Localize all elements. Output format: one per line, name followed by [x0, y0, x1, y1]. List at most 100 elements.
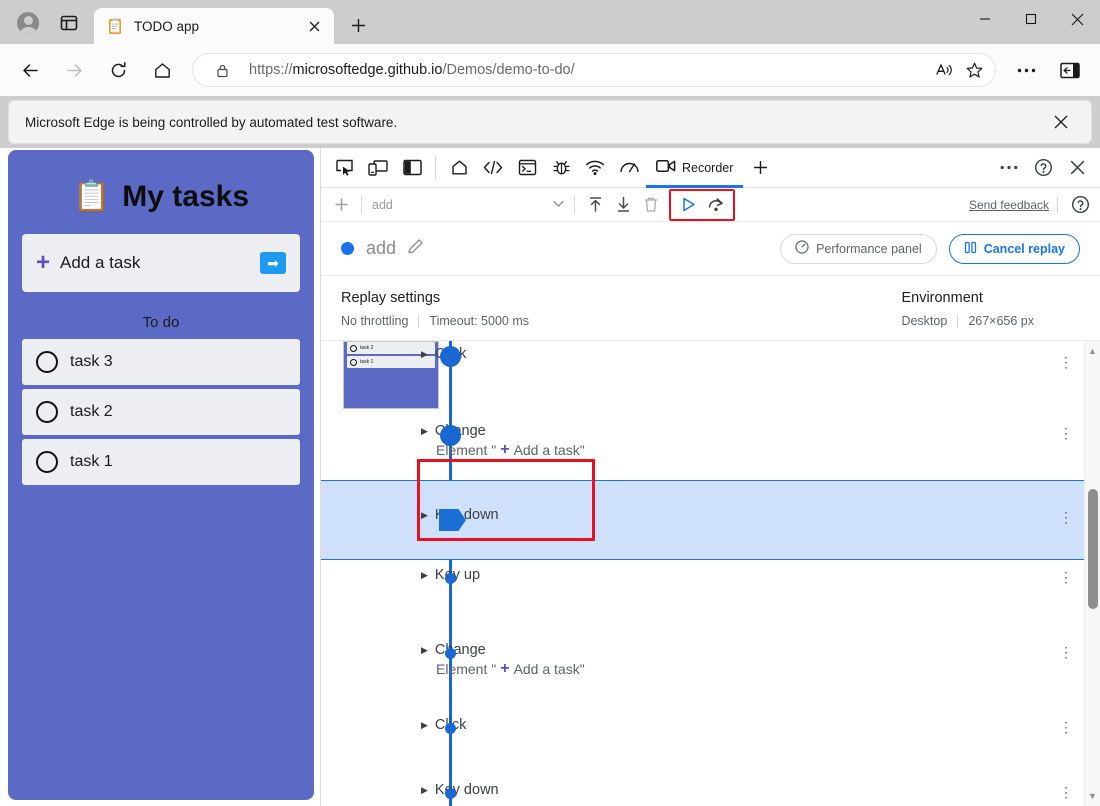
- console-icon[interactable]: [510, 148, 544, 187]
- expand-caret-icon[interactable]: ▶: [421, 570, 428, 581]
- maximize-button[interactable]: [1008, 0, 1054, 38]
- device-emulation-icon[interactable]: [361, 148, 395, 187]
- step-menu-icon[interactable]: ⋮: [1048, 626, 1084, 661]
- add-task-input[interactable]: + Add a task ➡: [22, 234, 300, 292]
- inspect-icon[interactable]: [327, 148, 361, 187]
- step-menu-icon[interactable]: ⋮: [1048, 342, 1084, 371]
- add-panel-icon[interactable]: [743, 148, 777, 187]
- tab-close-icon[interactable]: [302, 14, 326, 38]
- star-icon[interactable]: [959, 55, 989, 85]
- step-type: Change: [434, 642, 486, 658]
- minimize-button[interactable]: [962, 0, 1008, 38]
- task-checkbox[interactable]: [36, 401, 58, 423]
- step-over-icon[interactable]: [702, 192, 730, 218]
- step-detail: Element " + Add a task": [421, 660, 1048, 678]
- performance-panel-button[interactable]: Performance panel: [780, 233, 937, 264]
- close-button[interactable]: [1054, 0, 1100, 38]
- recorder-help-icon[interactable]: [1066, 192, 1094, 218]
- more-tools-ellipsis-icon[interactable]: [992, 165, 1026, 170]
- expand-caret-icon[interactable]: ▶: [421, 426, 428, 437]
- add-task-submit-icon[interactable]: ➡: [260, 252, 286, 274]
- new-tab-button[interactable]: [342, 9, 374, 41]
- infobar-close-icon[interactable]: [1047, 108, 1075, 136]
- automation-infobar-text: Microsoft Edge is being controlled by au…: [25, 114, 398, 130]
- scroll-down-arrow-icon[interactable]: ▼: [1085, 788, 1100, 804]
- plus-icon: +: [500, 441, 510, 458]
- url-domain: microsoftedge.github.io: [292, 62, 443, 78]
- task-checkbox[interactable]: [36, 451, 58, 473]
- export-recording-icon[interactable]: [609, 192, 637, 218]
- delete-recording-trash-icon[interactable]: [637, 192, 665, 218]
- scrollbar-thumb[interactable]: [1088, 489, 1098, 609]
- address-bar[interactable]: https://microsoftedge.github.io/Demos/de…: [192, 53, 996, 87]
- scroll-up-arrow-icon[interactable]: ▲: [1085, 343, 1100, 359]
- tab-recorder[interactable]: Recorder: [646, 148, 744, 188]
- replay-step[interactable]: ▶ Click ⋮: [321, 700, 1084, 765]
- expand-caret-icon[interactable]: ▶: [421, 645, 428, 656]
- address-bar-url: https://microsoftedge.github.io/Demos/de…: [249, 62, 929, 78]
- replay-settings-values: No throttling Timeout: 5000 ms: [341, 314, 539, 328]
- recorder-toolbar-right: Send feedback: [969, 192, 1094, 218]
- recording-name: add: [366, 238, 397, 258]
- replay-step[interactable]: ▶ Change Element " + Add a task" ⋮: [321, 625, 1084, 700]
- reload-icon[interactable]: [101, 53, 135, 87]
- recording-header-actions: Performance panel Cancel replay: [780, 233, 1080, 264]
- replay-step[interactable]: ▶ Key down ⋮: [321, 765, 1084, 806]
- import-recording-icon[interactable]: [581, 192, 609, 218]
- home-icon[interactable]: [442, 148, 476, 187]
- expand-caret-icon[interactable]: ▶: [421, 720, 428, 731]
- send-feedback-link[interactable]: Send feedback: [969, 198, 1049, 212]
- steps-scrollbar[interactable]: ▲ ▼: [1084, 341, 1100, 806]
- dock-side-icon[interactable]: [395, 148, 429, 187]
- sources-bug-icon[interactable]: [544, 148, 578, 187]
- step-menu-icon[interactable]: ⋮: [1048, 561, 1084, 586]
- replay-step[interactable]: ▶ Change Element " + Add a task" ⋮: [321, 406, 1084, 480]
- add-task-label: Add a task: [60, 253, 141, 272]
- home-icon[interactable]: [145, 53, 179, 87]
- replay-step-current[interactable]: ▶ Key down ⋮: [321, 480, 1084, 560]
- throttling-value[interactable]: No throttling: [341, 314, 418, 328]
- tab-actions-glyph: [60, 15, 78, 31]
- step-menu-icon[interactable]: ⋮: [1048, 766, 1084, 801]
- environment-group: Environment Desktop 267×656 px: [901, 290, 1044, 328]
- cancel-replay-button[interactable]: Cancel replay: [948, 233, 1080, 264]
- expand-caret-icon[interactable]: ▶: [421, 510, 428, 521]
- close-devtools-icon[interactable]: [1060, 160, 1094, 175]
- performance-icon[interactable]: [612, 148, 646, 187]
- tab-title: TODO app: [134, 18, 200, 34]
- replay-controls-highlight: [669, 188, 735, 221]
- browser-settings-icon[interactable]: [1009, 53, 1043, 87]
- tab-actions-menu-icon[interactable]: [52, 6, 86, 40]
- back-arrow-icon[interactable]: [13, 53, 47, 87]
- replay-step[interactable]: ▶ Key up ⋮: [321, 560, 1084, 625]
- expand-caret-icon[interactable]: ▶: [421, 349, 428, 360]
- automation-infobar: Microsoft Edge is being controlled by au…: [8, 100, 1092, 144]
- network-icon[interactable]: [578, 148, 612, 187]
- pencil-icon[interactable]: [406, 237, 425, 261]
- new-recording-plus-icon[interactable]: [327, 192, 355, 218]
- list-item[interactable]: task 1: [22, 439, 300, 485]
- step-detail-suffix: Add a task": [513, 442, 585, 458]
- replay-play-icon[interactable]: [674, 192, 702, 218]
- recording-select[interactable]: add: [368, 193, 568, 217]
- list-item[interactable]: task 3: [22, 339, 300, 385]
- list-item[interactable]: task 2: [22, 389, 300, 435]
- expand-caret-icon[interactable]: ▶: [421, 785, 428, 796]
- replay-step[interactable]: ▶ Click ⋮: [321, 341, 1084, 406]
- step-menu-icon[interactable]: ⋮: [1048, 407, 1084, 442]
- profile-button[interactable]: [10, 5, 46, 41]
- step-status-dot: [445, 573, 456, 584]
- timeout-value[interactable]: Timeout: 5000 ms: [419, 314, 539, 328]
- read-aloud-icon[interactable]: [929, 55, 959, 85]
- environment-values: Desktop 267×656 px: [901, 314, 1044, 328]
- split-screen-icon[interactable]: [1053, 53, 1087, 87]
- avatar: [17, 12, 39, 34]
- help-question-icon[interactable]: [1026, 158, 1060, 177]
- clipboard-icon: [106, 17, 124, 35]
- step-menu-icon[interactable]: ⋮: [1048, 481, 1084, 526]
- step-title-row: ▶ Change: [421, 642, 1048, 658]
- elements-icon[interactable]: [476, 148, 510, 187]
- step-menu-icon[interactable]: ⋮: [1048, 701, 1084, 736]
- task-checkbox[interactable]: [36, 351, 58, 373]
- browser-tab[interactable]: TODO app: [94, 8, 334, 44]
